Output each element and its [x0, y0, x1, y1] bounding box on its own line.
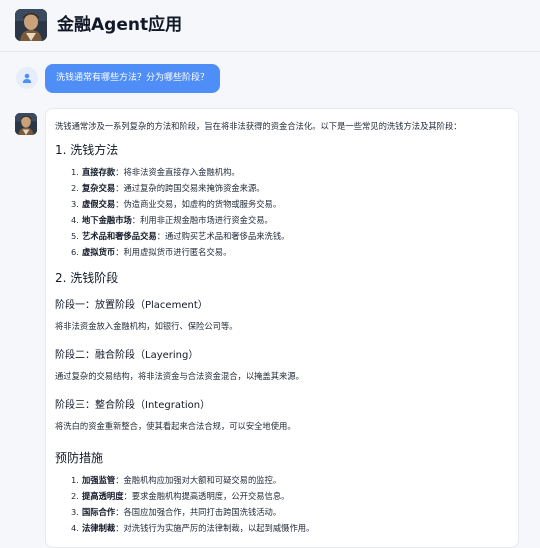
list-item: 1. 直接存款：将非法资金直接存入金融机构。	[71, 167, 240, 177]
section-heading-methods: 1. 洗钱方法	[55, 143, 119, 157]
app-title: 金融Agent应用	[57, 15, 183, 35]
prevention-list: 1. 加强监管：金融机构应加强对大额和可疑交易的监控。 2. 提高透明度：要求金融机…	[55, 472, 509, 536]
user-icon	[16, 67, 38, 89]
assistant-message-bubble: 洗钱通常涉及一系列复杂的方法和阶段，旨在将非法获得的资金合法化。以下是一些常见的…	[45, 108, 519, 548]
list-item: 4. 地下金融市场：利用非正规金融市场进行资金交易。	[71, 215, 273, 225]
list-item: 3. 虚假交易：伪造商业交易，如虚构的货物或服务交易。	[71, 199, 282, 209]
section-heading-prevention: 预防措施	[55, 451, 104, 465]
stage-desc-placement: 将非法资金放入金融机构，如银行、保险公司等。	[55, 321, 238, 331]
list-item: 6. 虚拟货币：利用虚拟货币进行匿名交易。	[71, 247, 232, 257]
list-item: 1. 加强监管：金融机构应加强对大额和可疑交易的监控。	[71, 475, 282, 485]
stage-desc-integration: 将洗白的资金重新整合，使其看起来合法合规，可以安全地使用。	[55, 421, 296, 431]
user-message-bubble: 洗钱通常有哪些方法？分为哪些阶段？	[45, 64, 221, 93]
section-heading-stages: 2. 洗钱阶段	[55, 271, 119, 285]
app-header: 金融Agent应用	[0, 0, 540, 52]
stage-heading-layering: 阶段二：融合阶段（Layering）	[55, 350, 199, 361]
list-item: 2. 提高透明度：要求金融机构提高透明度，公开交易信息。	[71, 491, 290, 501]
portrait-logo-icon	[15, 9, 47, 41]
stage-desc-layering: 通过复杂的交易结构，将非法资金与合法资金混合，以掩盖其来源。	[55, 371, 304, 381]
portrait-avatar-icon	[15, 113, 37, 135]
stage-heading-placement: 阶段一：放置阶段（Placement）	[55, 300, 208, 311]
list-item: 5. 艺术品和奢侈品交易：通过购买艺术品和奢侈品来洗钱。	[71, 231, 290, 241]
list-item: 4. 法律制裁：对洗钱行为实施严厉的法律制裁，以起到威慑作用。	[71, 523, 315, 533]
answer-intro: 洗钱通常涉及一系列复杂的方法和阶段，旨在将非法获得的资金合法化。以下是一些常见的…	[55, 121, 462, 131]
list-item: 2. 复杂交易：通过复杂的跨国交易来掩饰资金来源。	[71, 183, 265, 193]
methods-list: 1. 直接存款：将非法资金直接存入金融机构。 2. 复杂交易：通过复杂的跨国交易来掩…	[55, 164, 509, 260]
stage-heading-integration: 阶段三：整合阶段（Integration）	[55, 400, 211, 411]
list-item: 3. 国际合作：各国应加强合作，共同打击跨国洗钱活动。	[71, 507, 282, 517]
